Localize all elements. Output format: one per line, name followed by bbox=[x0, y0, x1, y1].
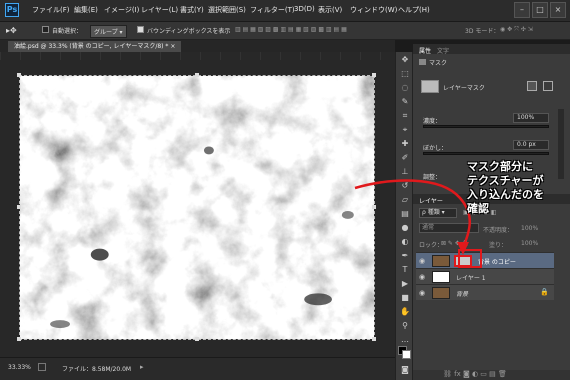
layer-name: 背景 bbox=[456, 291, 469, 298]
menu-window[interactable]: ウィンドウ(W) bbox=[350, 5, 397, 15]
move-tool-icon[interactable]: ✥ bbox=[399, 54, 411, 66]
transform-handle[interactable] bbox=[17, 205, 21, 209]
document-tab[interactable]: 油絵.psd @ 33.3% (背景 のコピー, レイヤーマスク/8) * × bbox=[8, 41, 182, 52]
shape-tool-icon[interactable]: ■ bbox=[399, 292, 411, 304]
density-field[interactable]: 100% bbox=[513, 113, 549, 123]
background-color-swatch[interactable] bbox=[402, 350, 411, 359]
healing-brush-tool-icon[interactable]: ✚ bbox=[399, 138, 411, 150]
feather-label: ぼかし： bbox=[423, 145, 448, 152]
auto-select-checkbox[interactable] bbox=[42, 26, 49, 35]
layer-thumbnail bbox=[432, 287, 450, 299]
brush-tool-icon[interactable]: ✐ bbox=[399, 152, 411, 164]
layer-mask-label: レイヤーマスク bbox=[443, 85, 485, 92]
quick-select-tool-icon[interactable]: ✎ bbox=[399, 96, 411, 108]
file-size: ファイル：8.58M/20.0M bbox=[62, 366, 132, 373]
density-label: 濃度： bbox=[423, 118, 442, 125]
menu-view[interactable]: 表示(V) bbox=[318, 5, 342, 15]
opacity-label: 不透明度： bbox=[483, 227, 514, 234]
annotation-line: テクスチャーが bbox=[467, 174, 544, 187]
transform-handle[interactable] bbox=[17, 73, 21, 77]
eye-icon[interactable]: ◉ bbox=[419, 273, 425, 281]
opacity-value[interactable]: 100% bbox=[521, 225, 538, 232]
horizontal-ruler bbox=[0, 52, 395, 60]
align-icons[interactable]: ▥ ▤ ▦ ▧ ▨ ▩ ▥ ▤ ▦ ▧ ▨ ▩ ▥ ▤ ▦ bbox=[235, 26, 347, 33]
highlight-box bbox=[458, 249, 482, 268]
layer-name: レイヤー 1 bbox=[456, 275, 486, 282]
layer-row-layer1[interactable]: ◉ レイヤー 1 bbox=[416, 268, 554, 284]
annotation-line: 確認 bbox=[467, 202, 489, 215]
status-menu-arrow-icon[interactable]: ▸ bbox=[140, 363, 144, 371]
3d-mode-label: 3D モード： bbox=[465, 28, 500, 35]
status-bar: 33.33% ファイル：8.58M/20.0M ▸ bbox=[0, 357, 395, 380]
group-select-value: グループ bbox=[94, 29, 118, 36]
lock-icon: 🔒 bbox=[540, 288, 549, 296]
texture-canvas-image[interactable] bbox=[19, 75, 375, 340]
document-title: 油絵.psd @ 33.3% (背景 のコピー, レイヤーマスク/8) * bbox=[14, 43, 169, 50]
mask-thumbnail bbox=[421, 80, 439, 93]
more-tools-icon[interactable]: … bbox=[399, 334, 411, 346]
pixel-mask-button[interactable] bbox=[527, 81, 537, 91]
fill-label: 塗り： bbox=[489, 242, 508, 249]
layer-row-background[interactable]: ◉ 背景 🔒 bbox=[416, 284, 554, 300]
transform-handle[interactable] bbox=[195, 73, 199, 77]
transform-handle[interactable] bbox=[372, 73, 376, 77]
move-tool-icon[interactable]: ▸✥ bbox=[6, 26, 17, 35]
panel-tab-bar: 属性 文字 bbox=[413, 44, 570, 55]
zoom-tool-icon[interactable]: ⚲ bbox=[399, 320, 411, 332]
menu-3d[interactable]: 3D(D) bbox=[294, 5, 315, 13]
hand-tool-icon[interactable]: ✋ bbox=[399, 306, 411, 318]
menu-file[interactable]: ファイル(F) bbox=[32, 5, 70, 15]
menu-edit[interactable]: 編集(E) bbox=[74, 5, 98, 15]
crop-tool-icon[interactable]: ⌗ bbox=[399, 110, 411, 122]
quick-mask-icon[interactable]: ◙ bbox=[399, 364, 411, 376]
feather-slider[interactable] bbox=[423, 152, 549, 155]
close-window-icon[interactable]: × bbox=[550, 2, 566, 18]
transform-handle[interactable] bbox=[195, 337, 199, 341]
document-tab-bar: 油絵.psd @ 33.3% (背景 のコピー, レイヤーマスク/8) * × bbox=[0, 40, 395, 52]
close-tab-icon[interactable]: × bbox=[170, 43, 175, 50]
layer-thumbnail bbox=[432, 271, 450, 283]
bounding-box-checkbox[interactable] bbox=[137, 26, 144, 35]
menu-filter[interactable]: フィルター(T) bbox=[250, 5, 295, 15]
layer-name: 背景 のコピー bbox=[478, 259, 516, 266]
density-slider[interactable] bbox=[423, 125, 549, 128]
3d-mode-icons[interactable]: ◉ ✥ ⤧ ✣ ⇲ bbox=[500, 26, 533, 34]
zoom-level[interactable]: 33.33% bbox=[8, 364, 31, 371]
transform-handle[interactable] bbox=[17, 337, 21, 341]
annotation-line: 入り込んだのを bbox=[467, 188, 544, 201]
annotation-text: マスク部分に テクスチャーが 入り込んだのを 確認 bbox=[467, 160, 567, 216]
fill-value[interactable]: 100% bbox=[521, 240, 538, 247]
menu-layer[interactable]: レイヤー(L) bbox=[141, 5, 178, 15]
menu-image[interactable]: イメージ(I) bbox=[104, 5, 139, 15]
path-select-tool-icon[interactable]: ▶ bbox=[399, 278, 411, 290]
annotation-line: マスク部分に bbox=[467, 160, 533, 173]
transform-handle[interactable] bbox=[372, 337, 376, 341]
auto-select-label: 自動選択： bbox=[52, 28, 83, 35]
photoshop-logo: Ps bbox=[5, 3, 19, 17]
status-icon bbox=[38, 363, 46, 371]
tab-properties[interactable]: 属性 bbox=[419, 46, 431, 55]
group-select[interactable]: グループ ▾ bbox=[90, 25, 127, 38]
eyedropper-tool-icon[interactable]: ⌖ bbox=[399, 124, 411, 136]
options-bar: ▸✥ 自動選択： グループ ▾ バウンディングボックスを表示 ▥ ▤ ▦ ▧ ▨… bbox=[0, 22, 570, 40]
menu-type[interactable]: 書式(Y) bbox=[180, 5, 204, 15]
menu-help[interactable]: ヘルプ(H) bbox=[398, 5, 430, 15]
vector-mask-button[interactable] bbox=[543, 81, 553, 91]
maximize-icon[interactable]: □ bbox=[532, 2, 548, 18]
mask-label: マスク bbox=[429, 60, 448, 67]
lasso-tool-icon[interactable]: ◌ bbox=[399, 82, 411, 94]
mask-icon bbox=[419, 59, 426, 65]
marquee-tool-icon[interactable]: ⬚ bbox=[399, 68, 411, 80]
menu-bar: Ps ファイル(F) 編集(E) イメージ(I) レイヤー(L) 書式(Y) 選… bbox=[0, 0, 570, 22]
menu-select[interactable]: 選択範囲(S) bbox=[208, 5, 246, 15]
bounding-box-label: バウンディングボックスを表示 bbox=[147, 28, 231, 35]
feather-field[interactable]: 0.0 px bbox=[513, 140, 549, 150]
layers-footer-buttons[interactable]: ⛓ fx ◙ ◐ ▭ ▤ 🗑 bbox=[413, 370, 570, 380]
tab-character[interactable]: 文字 bbox=[437, 46, 449, 55]
minimize-icon[interactable]: – bbox=[514, 2, 530, 18]
eye-icon[interactable]: ◉ bbox=[419, 289, 425, 297]
